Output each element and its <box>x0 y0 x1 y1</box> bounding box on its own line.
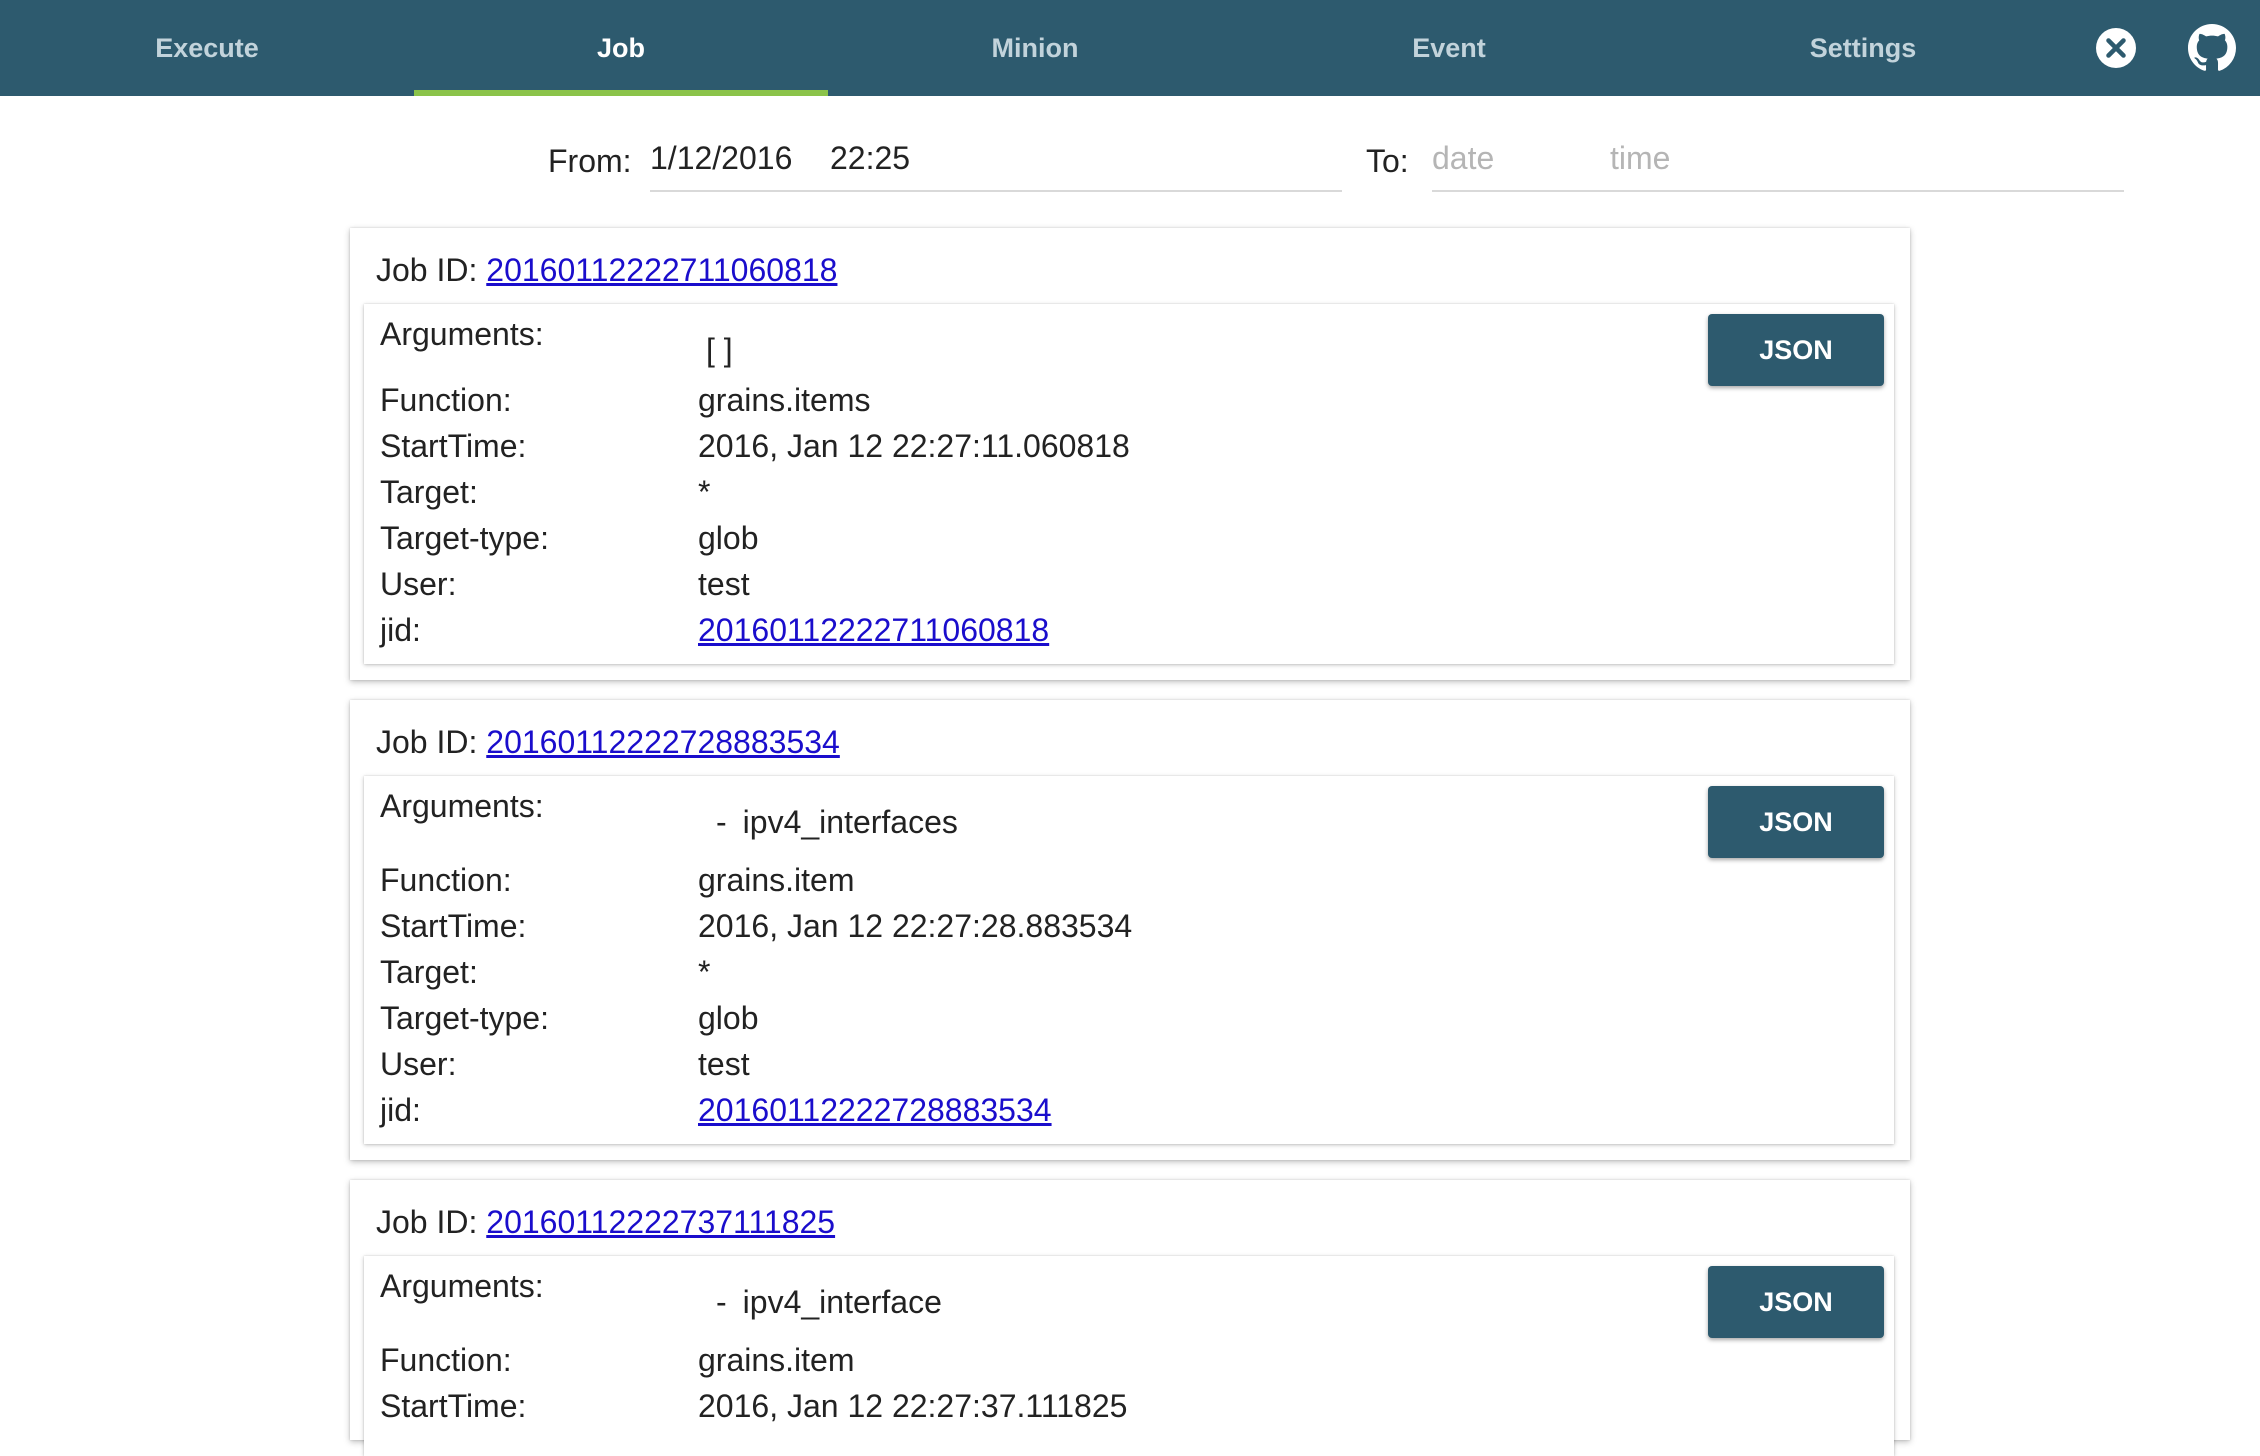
arguments-value: - ipv4_interface <box>706 1284 942 1321</box>
user-label: User: <box>380 566 457 602</box>
json-button[interactable]: JSON <box>1708 314 1884 386</box>
detail-row-target-type: Target-type: glob <box>380 520 1680 566</box>
target-type-value: glob <box>698 520 759 556</box>
jid-link[interactable]: 20160112222711060818 <box>698 612 1049 648</box>
target-label: Target: <box>380 474 478 510</box>
from-field <box>650 130 1342 192</box>
from-time-input[interactable] <box>830 130 1030 186</box>
job-id-link[interactable]: 20160112222737111825 <box>486 1204 835 1240</box>
function-value: grains.item <box>698 1342 855 1378</box>
detail-row-function: Function: grains.items <box>380 382 1680 428</box>
from-date-input[interactable] <box>650 130 820 186</box>
function-value: grains.items <box>698 382 871 418</box>
tab-execute[interactable]: Execute <box>0 0 414 96</box>
detail-row-function: Function: grains.item <box>380 1342 1680 1388</box>
arguments-label: Arguments: <box>380 1268 544 1304</box>
job-id-heading: Job ID: 20160112222711060818 <box>376 252 837 289</box>
detail-row-arguments: Arguments: - ipv4_interfaces <box>380 788 1680 848</box>
to-field <box>1432 130 2124 192</box>
detail-row-function: Function: grains.item <box>380 862 1680 908</box>
job-id-link[interactable]: 20160112222711060818 <box>486 252 837 288</box>
detail-row-arguments: Arguments: [ ] <box>380 316 1680 368</box>
user-value: test <box>698 566 750 602</box>
tab-event[interactable]: Event <box>1242 0 1656 96</box>
jid-label: jid: <box>380 612 421 648</box>
tab-job[interactable]: Job <box>414 0 828 96</box>
arguments-label: Arguments: <box>380 316 544 352</box>
function-label: Function: <box>380 862 512 898</box>
jid-label: jid: <box>380 1092 421 1128</box>
detail-row-target: Target: * <box>380 954 1680 1000</box>
arguments-value: - ipv4_interfaces <box>706 804 958 841</box>
starttime-label: StartTime: <box>380 1388 527 1424</box>
function-label: Function: <box>380 382 512 418</box>
tab-settings[interactable]: Settings <box>1656 0 2070 96</box>
active-tab-indicator <box>414 90 828 96</box>
jid-link[interactable]: 20160112222728883534 <box>698 1092 1052 1128</box>
job-card: Job ID: 20160112222711060818 JSON Argume… <box>350 228 1910 680</box>
user-label: User: <box>380 1046 457 1082</box>
job-id-heading: Job ID: 20160112222728883534 <box>376 724 840 761</box>
from-label: From: <box>548 143 632 179</box>
detail-row-jid: jid: 20160112222728883534 <box>380 1092 1680 1138</box>
detail-row-target: Target: * <box>380 474 1680 520</box>
job-id-label: Job ID: <box>376 724 478 760</box>
starttime-value: 2016, Jan 12 22:27:37.111825 <box>698 1388 1128 1424</box>
arguments-value: [ ] <box>706 332 733 368</box>
target-type-label: Target-type: <box>380 1000 549 1036</box>
github-icon[interactable] <box>2188 24 2236 72</box>
detail-row-user: User: test <box>380 1046 1680 1092</box>
starttime-label: StartTime: <box>380 908 527 944</box>
list-bullet: - <box>716 1284 727 1320</box>
starttime-label: StartTime: <box>380 428 527 464</box>
starttime-value: 2016, Jan 12 22:27:28.883534 <box>698 908 1133 944</box>
arguments-label: Arguments: <box>380 788 544 824</box>
target-value: * <box>698 474 711 510</box>
jid-value: 20160112222711060818 <box>698 612 1049 649</box>
detail-row-jid: jid: 20160112222711060818 <box>380 612 1680 658</box>
target-value: * <box>698 954 711 990</box>
json-button[interactable]: JSON <box>1708 1266 1884 1338</box>
detail-row-starttime: StartTime: 2016, Jan 12 22:27:11.060818 <box>380 428 1680 474</box>
argument-item: ipv4_interface <box>742 1284 942 1320</box>
target-label: Target: <box>380 954 478 990</box>
job-id-label: Job ID: <box>376 1204 478 1240</box>
detail-row-starttime: StartTime: 2016, Jan 12 22:27:28.883534 <box>380 908 1680 954</box>
target-type-value: glob <box>698 1000 759 1036</box>
detail-row-target-type: Target-type: glob <box>380 1000 1680 1046</box>
function-label: Function: <box>380 1342 512 1378</box>
job-details: JSON Arguments: - ipv4_interface Function… <box>364 1256 1894 1456</box>
list-bullet: - <box>716 804 727 840</box>
argument-item: ipv4_interfaces <box>742 804 958 840</box>
to-date-input[interactable] <box>1432 130 1602 186</box>
job-card: Job ID: 20160112222728883534 JSON Argume… <box>350 700 1910 1160</box>
detail-row-user: User: test <box>380 566 1680 612</box>
to-label: To: <box>1366 143 1409 179</box>
function-value: grains.item <box>698 862 855 898</box>
to-time-input[interactable] <box>1610 130 1810 186</box>
json-button[interactable]: JSON <box>1708 786 1884 858</box>
top-navbar: Execute Job Minion Event Settings <box>0 0 2260 96</box>
user-value: test <box>698 1046 750 1082</box>
close-circle-icon[interactable] <box>2092 24 2140 72</box>
job-id-heading: Job ID: 20160112222737111825 <box>376 1204 835 1241</box>
detail-row-starttime: StartTime: 2016, Jan 12 22:27:37.111825 <box>380 1388 1680 1434</box>
jid-value: 20160112222728883534 <box>698 1092 1052 1129</box>
job-details: JSON Arguments: - ipv4_interfaces Functio… <box>364 776 1894 1144</box>
target-type-label: Target-type: <box>380 520 549 556</box>
job-id-link[interactable]: 20160112222728883534 <box>486 724 840 760</box>
job-id-label: Job ID: <box>376 252 478 288</box>
job-card: Job ID: 20160112222737111825 JSON Argume… <box>350 1180 1910 1456</box>
detail-row-arguments: Arguments: - ipv4_interface <box>380 1268 1680 1328</box>
tab-minion[interactable]: Minion <box>828 0 1242 96</box>
job-details: JSON Arguments: [ ] Function: grains.ite… <box>364 304 1894 664</box>
starttime-value: 2016, Jan 12 22:27:11.060818 <box>698 428 1130 464</box>
